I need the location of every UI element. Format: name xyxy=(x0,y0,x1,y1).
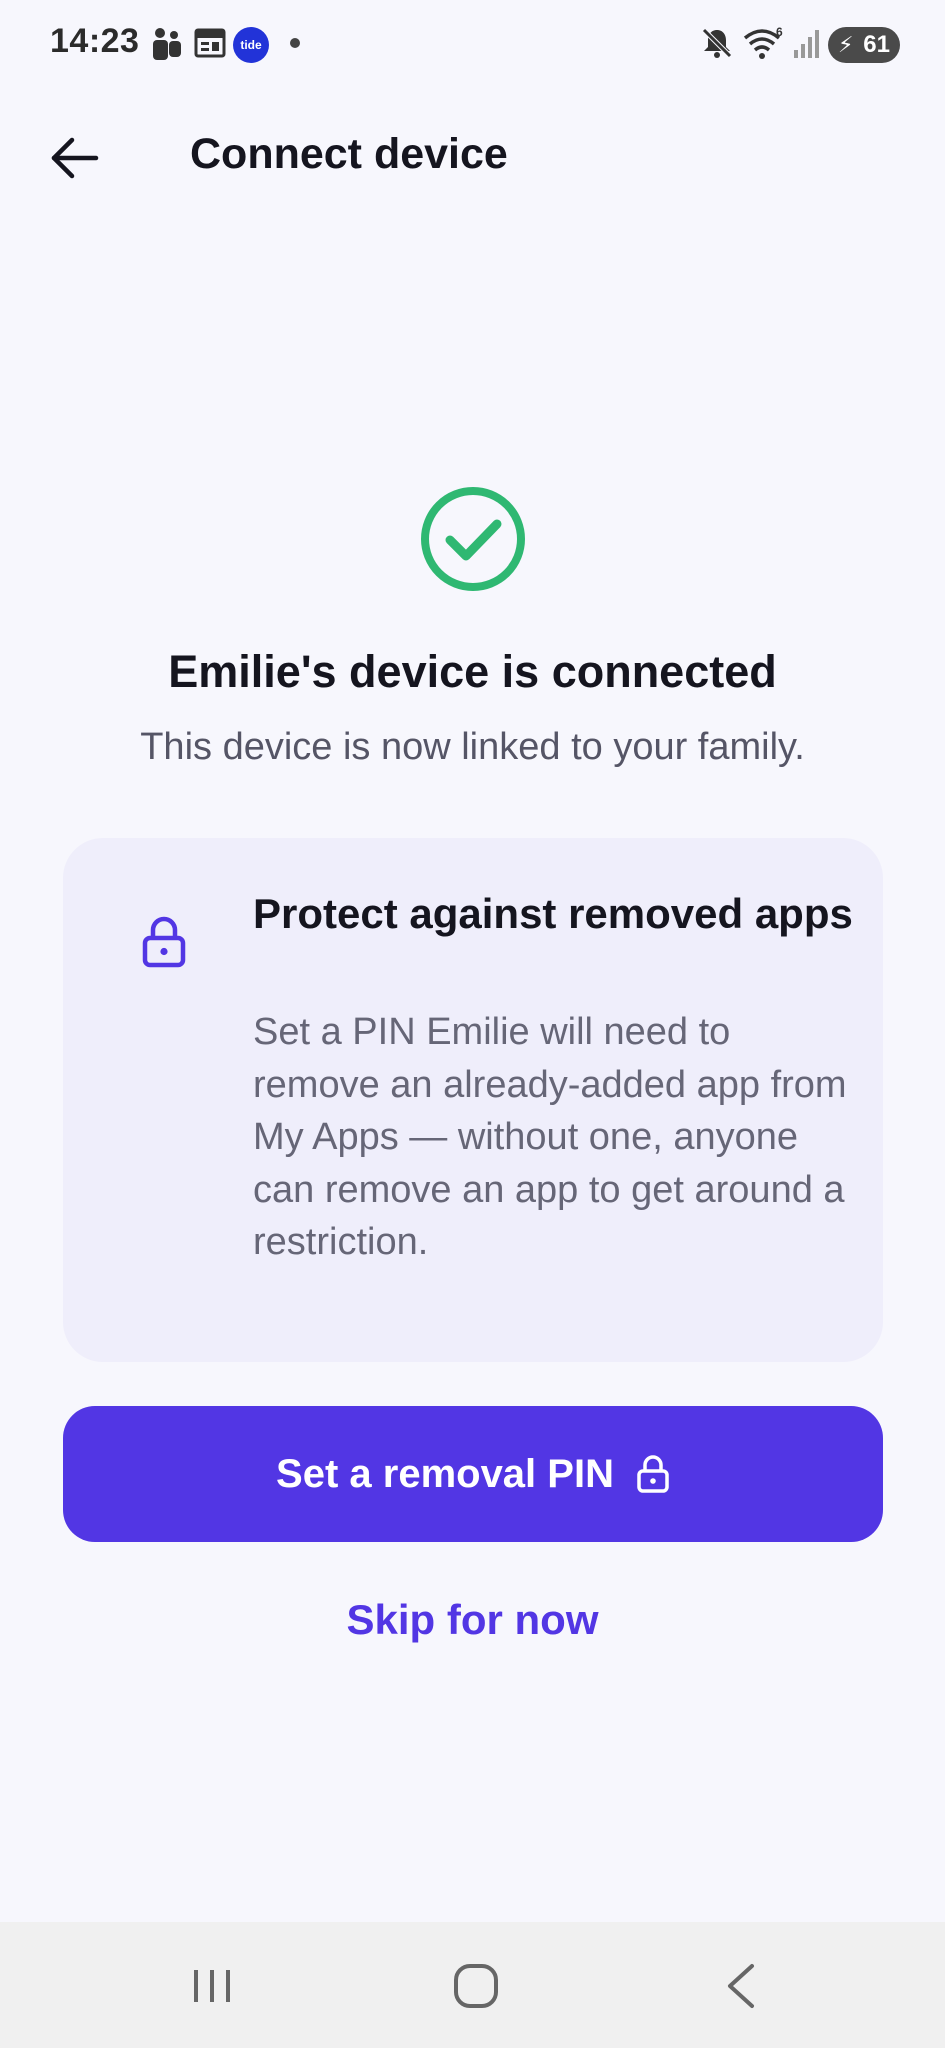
system-nav-bar xyxy=(0,1922,945,2048)
battery-level: 61 xyxy=(863,31,890,58)
calendar-icon xyxy=(194,28,226,58)
notification-dot xyxy=(290,38,300,48)
tide-app-icon: tide xyxy=(233,27,269,63)
charging-icon: ⚡ xyxy=(838,32,854,57)
status-time: 14:23 xyxy=(50,22,140,60)
wifi-icon: 6 xyxy=(743,26,783,59)
success-title: Emilie's device is connected xyxy=(168,646,777,697)
card-body: Set a PIN Emilie will need to remove an … xyxy=(253,1011,847,1263)
skip-for-now-link[interactable]: Skip for now xyxy=(0,1596,945,1644)
success-subtitle: This device is now linked to your family… xyxy=(140,726,805,768)
recent-apps-icon[interactable] xyxy=(182,1958,242,2014)
lock-icon xyxy=(142,916,186,968)
back-arrow-icon[interactable] xyxy=(44,128,104,188)
lock-icon xyxy=(637,1455,669,1493)
home-icon[interactable] xyxy=(446,1958,506,2014)
battery-indicator: ⚡ 61 xyxy=(828,27,900,63)
status-bar: 14:23 tide 6 ⚡ 61 xyxy=(0,0,945,90)
card-title: Protect against removed apps xyxy=(253,890,853,937)
back-nav-icon[interactable] xyxy=(712,1958,772,2014)
check-circle-icon xyxy=(421,487,525,591)
set-removal-pin-button[interactable]: Set a removal PIN xyxy=(63,1406,883,1542)
removal-pin-info-card: Protect against removed apps Set a PIN E… xyxy=(63,838,883,1362)
page-title: Connect device xyxy=(190,130,508,178)
teams-icon xyxy=(153,28,181,60)
mute-icon xyxy=(702,28,732,58)
set-removal-pin-label: Set a removal PIN xyxy=(276,1451,614,1496)
svg-text:6: 6 xyxy=(776,26,783,39)
signal-icon xyxy=(794,30,819,58)
